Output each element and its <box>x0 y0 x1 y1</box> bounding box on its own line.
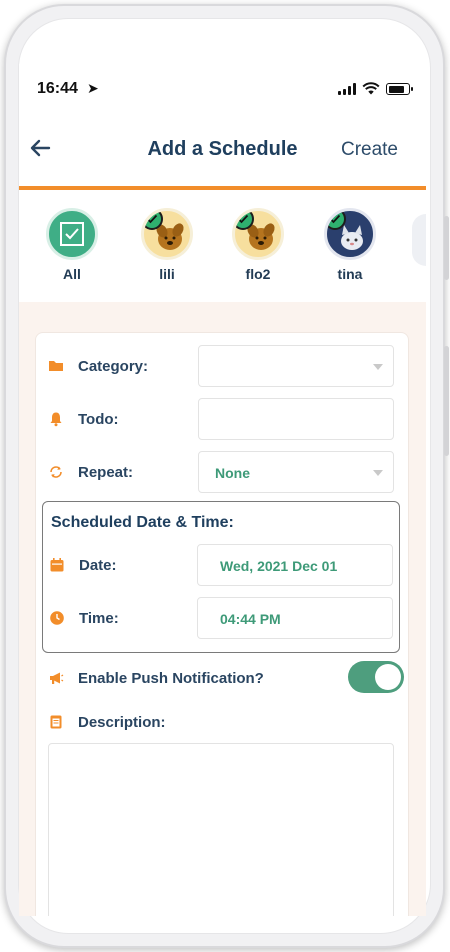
create-button[interactable]: Create <box>341 139 398 161</box>
category-select[interactable] <box>198 345 394 387</box>
calendar-icon <box>50 558 64 572</box>
all-avatar <box>46 208 98 260</box>
repeat-select[interactable]: None <box>198 451 394 493</box>
chevron-down-icon <box>373 364 383 370</box>
date-picker[interactable]: Wed, 2021 Dec 01 <box>197 544 393 586</box>
folder-icon <box>49 361 63 371</box>
todo-row: Todo: <box>48 398 398 442</box>
todo-input[interactable] <box>198 398 394 440</box>
description-label: Description: <box>78 714 166 731</box>
chevron-down-icon <box>373 470 383 476</box>
selected-check-icon <box>327 211 346 230</box>
date-row: Date: Wed, 2021 Dec 01 <box>49 544 399 588</box>
repeat-value: None <box>215 465 250 481</box>
pet-item-partial[interactable] <box>412 214 426 266</box>
note-icon <box>50 715 62 729</box>
pet-selector: All lili flo2 tina <box>19 202 426 294</box>
header-divider <box>19 186 426 190</box>
repeat-label: Repeat: <box>78 464 134 481</box>
status-indicators <box>338 82 413 95</box>
signal-icon <box>338 83 356 95</box>
avatar <box>324 208 376 260</box>
todo-label: Todo: <box>78 411 119 428</box>
status-time: 16:44 <box>37 80 78 97</box>
push-notification-row: Enable Push Notification? <box>48 657 404 701</box>
category-row: Category: <box>48 345 398 389</box>
form-area: Category: Todo: Repeat: None Scheduled D… <box>19 302 426 916</box>
pet-name: flo2 <box>245 266 271 282</box>
pet-item-all[interactable]: All <box>37 208 107 282</box>
pet-name: All <box>63 266 81 282</box>
toggle-knob <box>375 664 401 690</box>
push-notification-toggle[interactable] <box>348 661 404 693</box>
scheduled-datetime-group: Scheduled Date & Time: Date: Wed, 2021 D… <box>42 501 400 653</box>
app-screen: 16:44 ➤ Add a Schedule Create All lili f… <box>19 64 426 916</box>
bell-icon <box>50 412 62 427</box>
form-card: Category: Todo: Repeat: None Scheduled D… <box>35 332 409 916</box>
repeat-icon <box>50 466 62 478</box>
date-label: Date: <box>79 557 117 574</box>
power-button <box>444 346 449 456</box>
pet-item-lili[interactable]: lili <box>132 208 202 282</box>
selected-check-icon <box>144 211 163 230</box>
date-value: Wed, 2021 Dec 01 <box>220 558 338 574</box>
pet-item-tina[interactable]: tina <box>315 208 385 282</box>
description-textarea[interactable] <box>48 743 394 916</box>
pet-item-flo2[interactable]: flo2 <box>223 208 293 282</box>
status-bar: 16:44 ➤ <box>19 74 426 102</box>
time-picker[interactable]: 04:44 PM <box>197 597 393 639</box>
time-row: Time: 04:44 PM <box>49 597 399 641</box>
pet-name: tina <box>337 266 363 282</box>
location-arrow-icon: ➤ <box>87 80 99 96</box>
selected-check-icon <box>235 211 254 230</box>
clock-icon <box>50 611 64 625</box>
description-row: Description: <box>48 701 398 745</box>
header: Add a Schedule Create <box>19 124 426 178</box>
volume-button <box>444 216 449 280</box>
category-label: Category: <box>78 358 149 375</box>
avatar <box>141 208 193 260</box>
time-value: 04:44 PM <box>220 611 281 627</box>
push-notification-label: Enable Push Notification? <box>78 670 264 687</box>
time-label: Time: <box>79 610 119 627</box>
pet-name: lili <box>159 266 175 282</box>
wifi-icon <box>362 82 380 95</box>
megaphone-icon <box>50 672 64 684</box>
avatar <box>232 208 284 260</box>
scheduled-title: Scheduled Date & Time: <box>51 514 234 531</box>
battery-icon <box>386 83 413 95</box>
repeat-row: Repeat: None <box>48 451 398 495</box>
